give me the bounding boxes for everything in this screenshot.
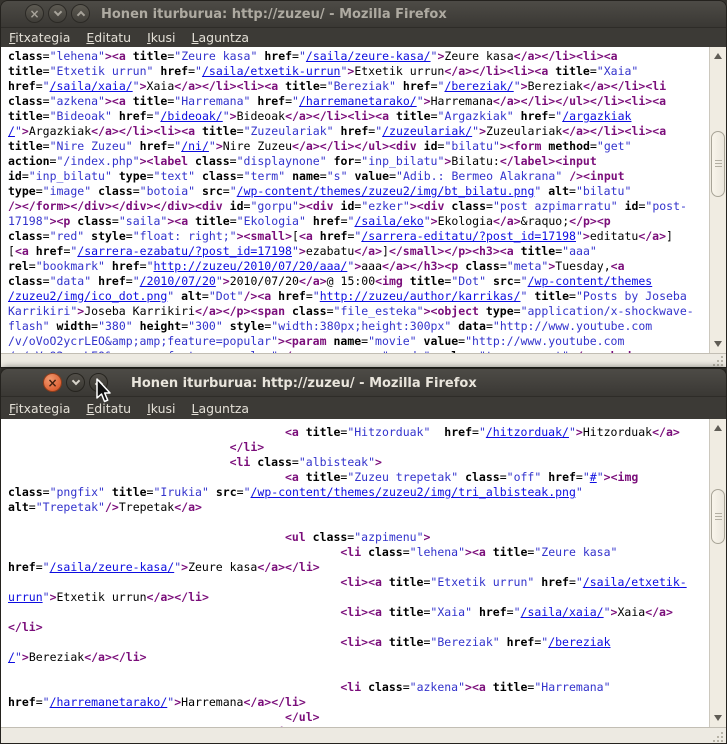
source-line: alt="Trepetak"/>Trepetak</a> [8,500,726,515]
source-line: urrun">Etxetik urrun</a></li> [8,590,726,605]
source-line [8,515,726,530]
source-line: rel="bookmark" href="http://zuzeu/2010/0… [8,259,726,274]
scroll-down-arrow-icon[interactable] [710,337,726,351]
close-button[interactable]: × [25,4,44,23]
resize-grip[interactable] [711,730,723,742]
scrollbar-thumb[interactable] [711,489,725,544]
source-line: /zuzeu2/img/ico_dot.png" alt="Dot"/><a h… [8,289,726,304]
source-line: <li class="albisteak"> [8,455,726,470]
source-line: 17198"><p class="saila"><a title="Ekolog… [8,214,726,229]
source-line: <li class="lehena"><a title="Zeure kasa" [8,545,726,560]
window-title: Honen iturburua: http://zuzeu/ - Mozilla… [101,7,447,22]
source-line: title="Bideoak" href="/bideoak/">Bideoak… [8,109,726,124]
window-title: Honen iturburua: http://zuzeu/ - Mozilla… [131,376,477,391]
menu-ikusi[interactable]: Ikusi [147,401,175,416]
source-line: </li> [8,620,726,635]
source-view[interactable]: class="lehena"><a title="Zeure kasa" hre… [1,47,726,353]
menubar: Fitxategia Editatu Ikusi Laguntza [1,28,726,47]
menu-fitxategia[interactable]: Fitxategia [9,30,70,45]
titlebar[interactable]: × Honen iturburua: http://zuzeu/ - Mozil… [1,369,726,397]
source-line: <ul class="azpimenu"> [8,530,726,545]
minimize-icon [71,377,79,385]
source-line: <a title="Zuzeu trepetak" class="off" hr… [8,470,726,485]
source-line: <a title="Hitzorduak" href="/hitzorduak/… [8,425,726,440]
firefox-view-source-window-bottom: × Honen iturburua: http://zuzeu/ - Mozil… [0,368,727,744]
source-line: [<a href="/sarrera-ezabatu/?post_id=1719… [8,244,726,259]
source-line: class="pngfix" title="Irukia" src="/wp-c… [8,485,726,500]
source-code[interactable]: class="lehena"><a title="Zeure kasa" hre… [1,47,726,353]
window-buttons: × [25,4,90,23]
source-view[interactable]: <a title="Hitzorduak" href="/hitzorduak/… [1,419,726,727]
source-line: title="Nire Zuzeu" href="/ni/">Nire Zuze… [8,139,726,154]
maximize-button[interactable] [71,4,90,23]
menubar: Fitxategia Editatu Ikusi Laguntza [1,397,726,419]
source-line: class="azkena"><a title="Harremana" href… [8,94,726,109]
minimize-button[interactable] [66,373,85,392]
vertical-scrollbar[interactable] [709,47,726,353]
menu-laguntza[interactable]: Laguntza [192,401,250,416]
close-icon: × [47,376,57,390]
menu-editatu[interactable]: Editatu [86,401,131,416]
scrollbar-thumb[interactable] [711,131,725,197]
source-line: flash" width="380" height="300" style="w… [8,319,726,334]
source-line: <li><a title="Xaia" href="/saila/xaia/">… [8,605,726,620]
close-button[interactable]: × [43,373,62,392]
maximize-button[interactable] [89,373,108,392]
source-line: href="/saila/xaia/">Xaia</a></li><li><a … [8,79,726,94]
scroll-up-arrow-icon[interactable] [710,421,726,435]
source-line: id="inp_bilatu" type="text" class="term"… [8,169,726,184]
source-line: class="red" style="float: right;"><small… [8,229,726,244]
source-line: /">Bereziak</a></li> [8,650,726,665]
vertical-scrollbar[interactable] [709,419,726,727]
titlebar[interactable]: × Honen iturburua: http://zuzeu/ - Mozil… [1,1,726,28]
menu-ikusi[interactable]: Ikusi [147,30,175,45]
source-line: /></form></div></div></div><div id="gorp… [8,199,726,214]
firefox-view-source-window-top: × Honen iturburua: http://zuzeu/ - Mozil… [0,0,727,368]
source-line: href="/saila/zeure-kasa/">Zeure kasa</a>… [8,560,726,575]
source-line: href="/harremanetarako/">Harremana</a></… [8,695,726,710]
source-line: Karrikiri">Joseba Karrikiri</a></p><span… [8,304,726,319]
menu-fitxategia[interactable]: Fitxategia [9,401,70,416]
source-line: type="image" class="botoia" src="/wp-con… [8,184,726,199]
scroll-up-arrow-icon[interactable] [710,49,726,63]
minimize-icon [53,8,61,16]
window-buttons: × [43,373,108,392]
source-line [8,665,726,680]
source-line: title="Etxetik urrun" href="/saila/etxet… [8,64,726,79]
maximize-icon [76,11,84,19]
source-line: <li><a title="Bereziak" href="/bereziak [8,635,726,650]
scroll-down-arrow-icon[interactable] [710,711,726,725]
menu-laguntza[interactable]: Laguntza [192,30,250,45]
source-line: /v/oVoO2ycrLEO&amp;amp;feature=popular">… [8,334,726,349]
source-line: <li class="azkena"><a title="Harremana" [8,680,726,695]
source-line: action="/index.php"><label class="displa… [8,154,726,169]
statusbar [1,727,726,744]
source-line: <li><a title="Etxetik urrun" href="/sail… [8,575,726,590]
source-line: class="data" href="/2010/07/20">2010/07/… [8,274,726,289]
close-icon: × [29,7,39,21]
source-line: class="lehena"><a title="Zeure kasa" hre… [8,49,726,64]
source-line: </ul> [8,710,726,725]
statusbar [1,353,726,368]
minimize-button[interactable] [48,4,67,23]
menu-editatu[interactable]: Editatu [86,30,131,45]
desktop: { "ui": { "title": "Honen iturburua: htt… [0,0,727,744]
resize-grip[interactable] [711,354,723,366]
source-line: /">Argazkiak</a></li><li><a title="Zuzeu… [8,124,726,139]
source-code[interactable]: <a title="Hitzorduak" href="/hitzorduak/… [1,419,726,727]
source-line: </li> [8,440,726,455]
maximize-icon [94,380,102,388]
